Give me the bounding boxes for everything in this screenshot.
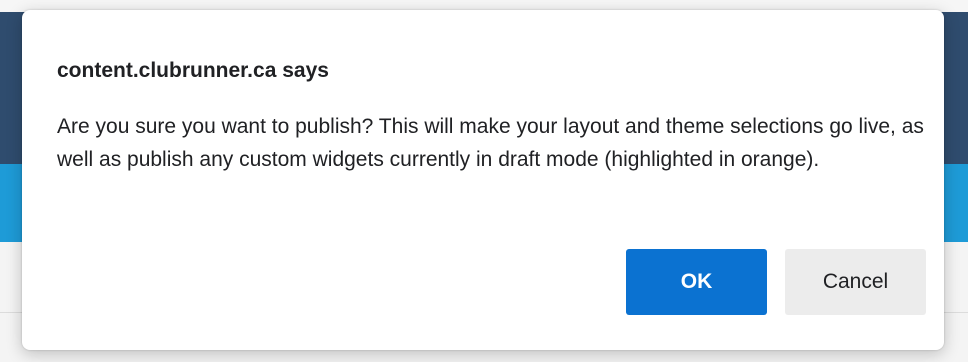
- ok-button[interactable]: OK: [626, 249, 767, 315]
- dialog-title: content.clubrunner.ca says: [57, 59, 329, 82]
- confirm-dialog: content.clubrunner.ca says Are you sure …: [22, 10, 944, 350]
- cancel-button[interactable]: Cancel: [785, 249, 926, 315]
- dialog-message: Are you sure you want to publish? This w…: [57, 115, 924, 171]
